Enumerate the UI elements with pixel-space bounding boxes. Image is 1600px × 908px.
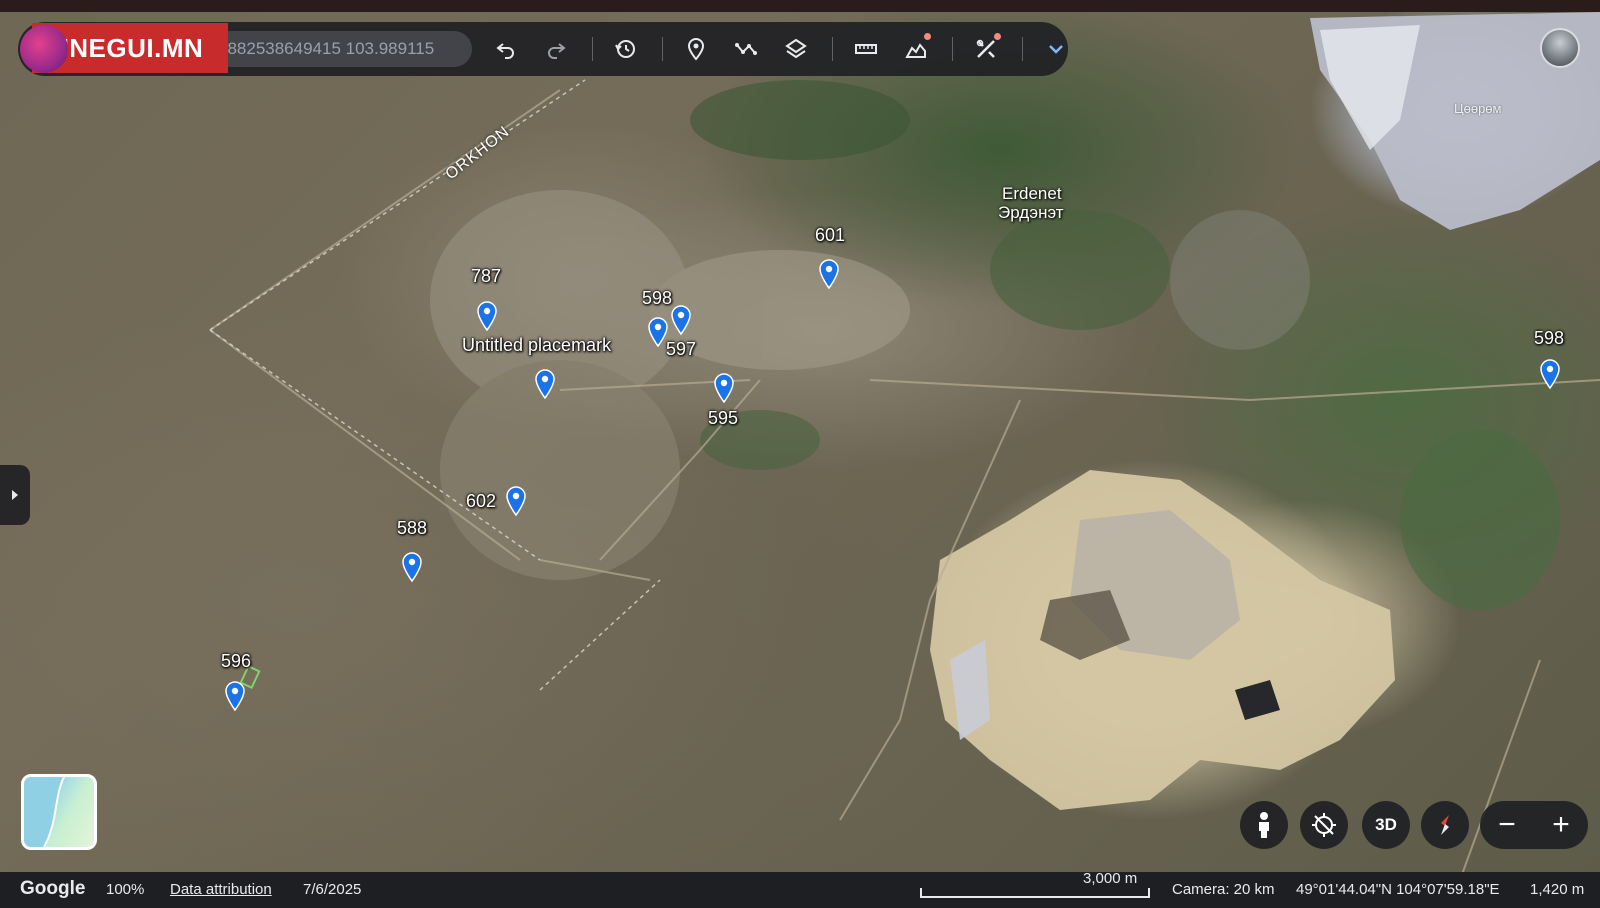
- data-attribution-link[interactable]: Data attribution: [170, 881, 272, 898]
- history-icon: [615, 40, 635, 58]
- lake-label: Цөөрөм: [1454, 101, 1502, 116]
- placemark-label: 601: [815, 225, 846, 245]
- add-placemark-button[interactable]: [678, 31, 714, 67]
- placemark-pin-icon[interactable]: [818, 259, 840, 289]
- expand-toolbar-button[interactable]: [1038, 31, 1074, 67]
- placemark-pin-icon[interactable]: [670, 305, 692, 335]
- notification-dot: [924, 33, 931, 40]
- placemark-pin-icon[interactable]: [224, 681, 246, 711]
- camera-altitude: Camera: 20 km: [1172, 881, 1275, 898]
- satellite-map[interactable]: ORKHON Erdenet Эрдэнэт Цөөрөм 787 598 59…: [0, 0, 1600, 908]
- search-coordinates-input[interactable]: 3882538649415 103.989115: [212, 31, 472, 67]
- expand-side-panel-button[interactable]: [0, 465, 30, 525]
- redo-button[interactable]: [538, 31, 574, 67]
- layers-icon: [785, 38, 807, 59]
- zoom-in-button[interactable]: +: [1537, 801, 1585, 849]
- elevation-profile-button[interactable]: [898, 31, 934, 67]
- tools-button[interactable]: [968, 31, 1004, 67]
- placemark-label: 598: [642, 288, 673, 308]
- placemark-label: 598: [1534, 328, 1565, 348]
- imagery-date: 7/6/2025: [303, 881, 362, 898]
- chevron-right-icon: [12, 490, 18, 500]
- minimap-terrain: [24, 777, 65, 847]
- zoom-percent: 100%: [106, 881, 145, 898]
- city-label[interactable]: Erdenet Эрдэнэт: [998, 184, 1064, 222]
- scale-bar: [920, 888, 1150, 898]
- placemark-label: 588: [397, 518, 428, 538]
- cursor-coordinates: 49°01'44.04"N 104°07'59.18"E: [1296, 881, 1500, 898]
- toolbar-divider: [952, 37, 953, 61]
- placemark-label: 595: [708, 408, 739, 428]
- status-bar: Google 100% Data attribution 7/6/2025 3,…: [0, 870, 1600, 908]
- toolbar-divider: [832, 37, 833, 61]
- placemark-pin-icon[interactable]: [1539, 359, 1561, 389]
- add-path-icon: [735, 43, 757, 55]
- add-placemark-icon: [687, 38, 705, 61]
- city-name-cyrillic: Эрдэнэт: [998, 203, 1064, 222]
- map-style-button[interactable]: [778, 31, 814, 67]
- open-pit-mine: [930, 470, 1395, 810]
- compass-icon: [1441, 815, 1449, 835]
- zoom-controls: − +: [1480, 801, 1588, 849]
- street-view-button[interactable]: [1240, 801, 1288, 849]
- measure-icon: [855, 44, 877, 54]
- zoom-out-button[interactable]: −: [1483, 801, 1531, 849]
- placemark-pin-icon[interactable]: [505, 486, 527, 516]
- elevation-icon: [905, 43, 926, 58]
- scale-label: 3,000 m: [1083, 870, 1138, 887]
- pegman-icon: [1259, 812, 1269, 838]
- brand-logo-circle: [20, 25, 68, 73]
- notification-dot: [994, 33, 1001, 40]
- top-toolbar: 3882538649415 103.989115 UNEGUI.MN: [18, 22, 1068, 76]
- measure-button[interactable]: [848, 31, 884, 67]
- minimap[interactable]: [21, 774, 97, 850]
- toolbar-divider: [662, 37, 663, 61]
- placemark-pin-icon[interactable]: [713, 373, 735, 403]
- city-name-latin: Erdenet: [1002, 184, 1062, 203]
- tilt-off-icon: [1312, 813, 1336, 837]
- account-avatar[interactable]: [1540, 28, 1580, 68]
- historical-imagery-button[interactable]: [608, 31, 644, 67]
- tools-icon: [976, 39, 995, 58]
- add-path-button[interactable]: [728, 31, 764, 67]
- toggle-3d-button[interactable]: 3D: [1362, 801, 1410, 849]
- undo-button[interactable]: [488, 31, 524, 67]
- placemark-pin-icon[interactable]: [401, 552, 423, 582]
- placemark-label: 596: [221, 651, 252, 671]
- chevron-down-icon: [1049, 45, 1063, 54]
- placemark-label: 787: [471, 266, 502, 286]
- redo-icon: [548, 43, 566, 59]
- placemark-label: Untitled placemark: [462, 335, 612, 355]
- placemark-label: 597: [666, 339, 697, 359]
- toolbar-divider: [1022, 37, 1023, 61]
- reset-tilt-button[interactable]: [1300, 801, 1348, 849]
- cursor-elevation: 1,420 m: [1530, 881, 1585, 898]
- compass-button[interactable]: [1421, 801, 1469, 849]
- placemark-label: 602: [466, 491, 497, 511]
- roads: [209, 89, 1600, 881]
- undo-icon: [496, 43, 514, 59]
- placemark-pin-icon[interactable]: [476, 301, 498, 331]
- placemark-pin-icon[interactable]: [534, 369, 556, 399]
- map-overlay: [209, 12, 1600, 881]
- google-logo: Google: [20, 878, 86, 899]
- toolbar-divider: [592, 37, 593, 61]
